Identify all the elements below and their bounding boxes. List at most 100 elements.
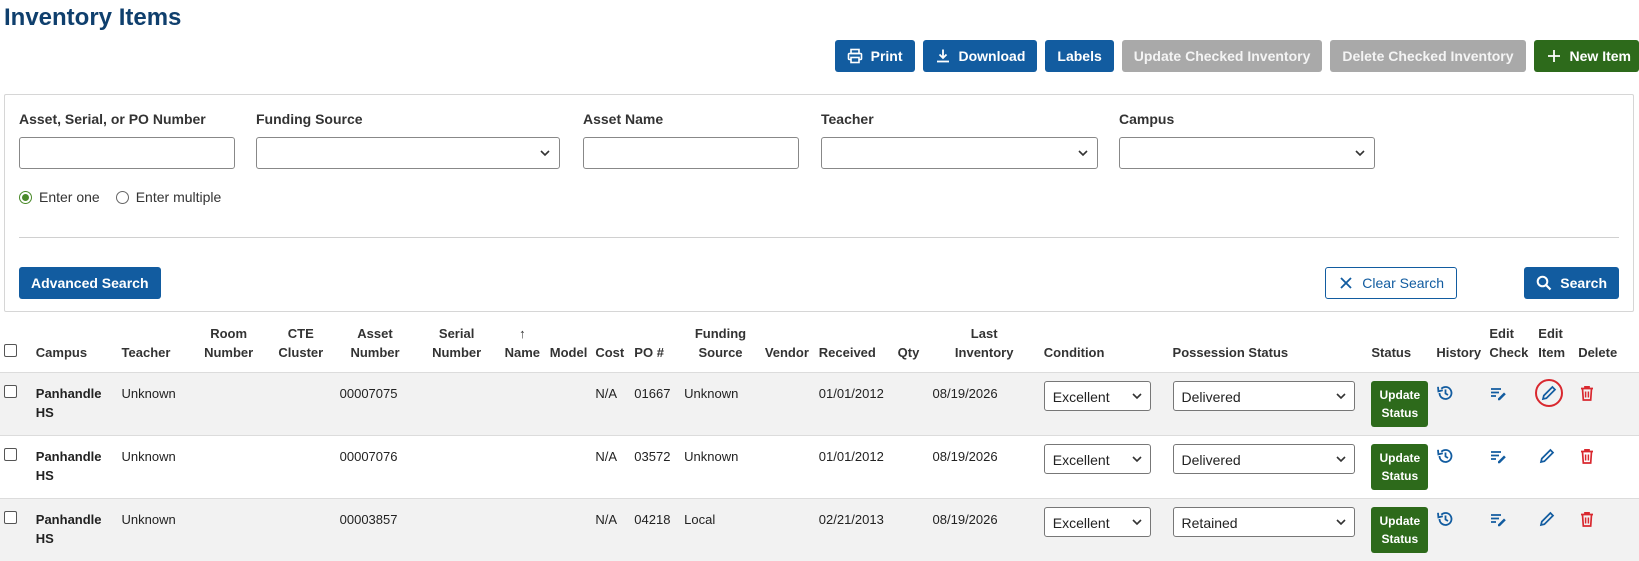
condition-select[interactable]: Excellent (1044, 381, 1151, 411)
header-serial-number-line1: Serial (439, 326, 474, 341)
update-status-button[interactable]: UpdateStatus (1371, 381, 1428, 427)
plus-icon (1546, 48, 1562, 64)
clear-search-label: Clear Search (1362, 275, 1444, 291)
header-received[interactable]: Received (815, 318, 894, 373)
cell-last-inventory: 08/19/2026 (929, 373, 1040, 436)
header-qty[interactable]: Qty (894, 318, 929, 373)
enter-multiple-radio[interactable]: Enter multiple (116, 189, 222, 205)
header-po[interactable]: PO # (630, 318, 680, 373)
header-campus[interactable]: Campus (32, 318, 118, 373)
cell-vendor (761, 373, 815, 436)
cell-room-number (191, 499, 266, 561)
header-room-number-line1: Room (210, 326, 247, 341)
update-status-button[interactable]: UpdateStatus (1371, 507, 1428, 553)
possession-status-select[interactable]: Delivered (1173, 444, 1355, 474)
header-serial-number-line2: Number (432, 345, 481, 360)
condition-select[interactable]: Excellent (1044, 444, 1151, 474)
update-status-line1: Update (1380, 451, 1421, 465)
possession-status-select[interactable]: Delivered (1173, 381, 1355, 411)
cell-teacher: Unknown (118, 499, 192, 561)
asset-name-label: Asset Name (583, 111, 663, 127)
pencil-icon[interactable] (1538, 447, 1556, 465)
sort-ascending-icon: ↑ (519, 326, 526, 341)
select-all-header (0, 318, 32, 373)
edit-note-icon[interactable] (1489, 447, 1507, 465)
chevron-down-icon (1131, 453, 1143, 465)
print-button-label: Print (871, 48, 903, 64)
search-button[interactable]: Search (1524, 267, 1619, 299)
chevron-down-icon (1335, 453, 1347, 465)
trash-icon[interactable] (1578, 510, 1596, 528)
cell-model (546, 373, 592, 436)
history-icon[interactable] (1436, 384, 1454, 402)
row-checkbox[interactable] (4, 511, 17, 524)
row-checkbox[interactable] (4, 448, 17, 461)
select-all-checkbox[interactable] (4, 344, 17, 357)
update-status-line1: Update (1380, 514, 1421, 528)
teacher-select[interactable] (821, 137, 1098, 169)
header-serial-number[interactable]: Serial Number (414, 318, 498, 373)
campus-line1: Panhandle (36, 386, 102, 401)
header-condition[interactable]: Condition (1040, 318, 1169, 373)
header-last-inventory-line2: Inventory (955, 345, 1014, 360)
update-checked-inventory-button[interactable]: Update Checked Inventory (1122, 40, 1323, 72)
header-teacher[interactable]: Teacher (118, 318, 192, 373)
funding-source-select[interactable] (256, 137, 560, 169)
asset-serial-po-input[interactable] (19, 137, 235, 169)
header-cost[interactable]: Cost (591, 318, 630, 373)
delete-checked-inventory-button[interactable]: Delete Checked Inventory (1330, 40, 1525, 72)
cell-room-number (191, 436, 266, 499)
cell-cte-cluster (266, 373, 336, 436)
header-funding-source-line1: Funding (695, 326, 746, 341)
header-funding-source-line2: Source (698, 345, 742, 360)
header-possession-status[interactable]: Possession Status (1169, 318, 1368, 373)
trash-icon[interactable] (1578, 447, 1596, 465)
labels-button[interactable]: Labels (1045, 40, 1113, 72)
header-status: Status (1367, 318, 1432, 373)
header-cte-cluster[interactable]: CTECluster (266, 318, 336, 373)
asset-name-input[interactable] (583, 137, 799, 169)
trash-icon[interactable] (1578, 384, 1596, 402)
cell-possession-status: Retained (1169, 499, 1368, 561)
row-checkbox[interactable] (4, 385, 17, 398)
asset-serial-po-label: Asset, Serial, or PO Number (19, 111, 206, 127)
condition-value: Excellent (1053, 389, 1110, 405)
chevron-down-icon (1131, 390, 1143, 402)
header-model[interactable]: Model (546, 318, 592, 373)
header-history: History (1432, 318, 1485, 373)
cell-model (546, 436, 592, 499)
possession-status-value: Delivered (1182, 452, 1241, 468)
possession-status-select[interactable]: Retained (1173, 507, 1355, 537)
download-button[interactable]: Download (923, 40, 1038, 72)
pencil-icon[interactable] (1540, 384, 1558, 402)
chevron-down-icon (1131, 516, 1143, 528)
cell-edit-item (1534, 436, 1574, 499)
cell-model (546, 499, 592, 561)
chevron-down-icon (539, 147, 551, 159)
enter-one-radio[interactable]: Enter one (19, 189, 100, 205)
pencil-icon[interactable] (1538, 510, 1556, 528)
cell-possession-status: Delivered (1169, 373, 1368, 436)
update-status-button[interactable]: UpdateStatus (1371, 444, 1428, 490)
header-room-number[interactable]: RoomNumber (191, 318, 266, 373)
table-header-row: Campus Teacher RoomNumber CTECluster Ass… (0, 318, 1639, 373)
cell-funding-source: Local (680, 499, 761, 561)
print-button[interactable]: Print (835, 40, 915, 72)
clear-search-button[interactable]: Clear Search (1325, 267, 1457, 299)
new-item-button[interactable]: New Item (1534, 40, 1639, 72)
cell-condition: Excellent (1040, 373, 1169, 436)
edit-note-icon[interactable] (1489, 384, 1507, 402)
edit-note-icon[interactable] (1489, 510, 1507, 528)
campus-select[interactable] (1119, 137, 1375, 169)
header-name[interactable]: ↑Name (499, 318, 546, 373)
header-edit-item-line2: Item (1538, 345, 1565, 360)
header-funding-source[interactable]: Funding Source (680, 318, 761, 373)
history-icon[interactable] (1436, 447, 1454, 465)
history-icon[interactable] (1436, 510, 1454, 528)
header-asset-number[interactable]: AssetNumber (336, 318, 415, 373)
cell-delete (1574, 373, 1639, 436)
header-vendor[interactable]: Vendor (761, 318, 815, 373)
header-last-inventory[interactable]: LastInventory (929, 318, 1040, 373)
advanced-search-button[interactable]: Advanced Search (19, 267, 161, 299)
condition-select[interactable]: Excellent (1044, 507, 1151, 537)
